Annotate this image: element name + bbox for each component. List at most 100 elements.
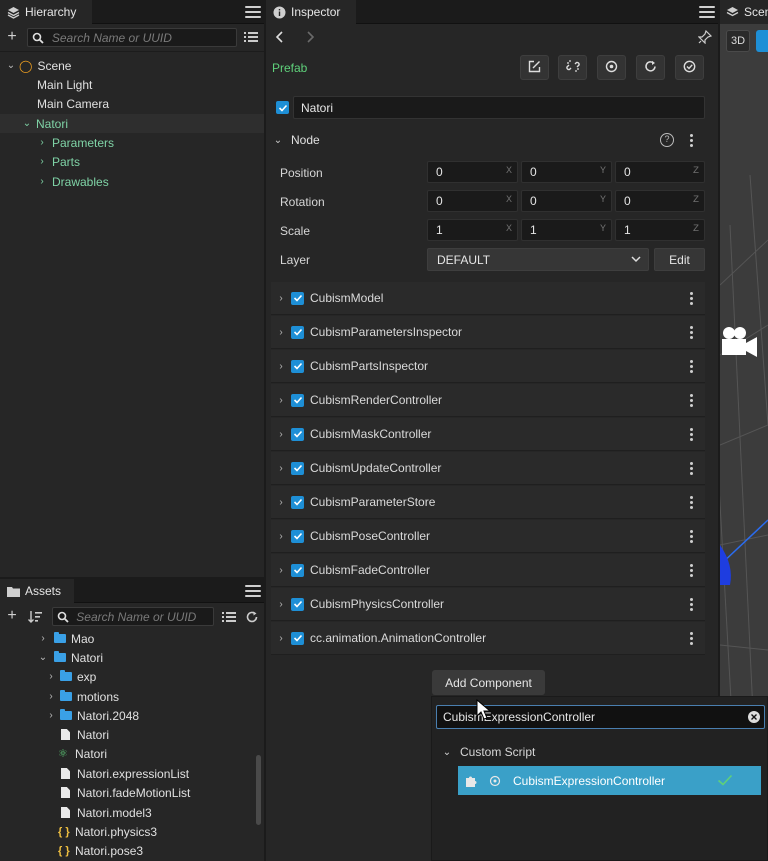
list-view-icon[interactable] (244, 31, 258, 43)
list-view-icon[interactable] (222, 611, 236, 623)
component-more-icon[interactable] (683, 528, 699, 544)
scale-y-field[interactable]: 1Y (521, 219, 612, 241)
rotation-x-field[interactable]: 0X (427, 190, 518, 212)
sort-icon[interactable] (28, 610, 42, 623)
chevron-right-icon[interactable]: › (273, 497, 289, 508)
chevron-right-icon[interactable]: › (273, 395, 289, 406)
component-enabled-checkbox[interactable] (291, 291, 304, 305)
component-row[interactable]: › CubismFadeController (271, 554, 705, 587)
chevron-right-icon[interactable]: › (273, 599, 289, 610)
tree-item-main-camera[interactable]: Main Camera (0, 94, 264, 113)
component-more-icon[interactable] (683, 596, 699, 612)
prefab-edit-button[interactable] (520, 55, 549, 80)
component-enabled-checkbox[interactable] (291, 461, 304, 475)
chevron-down-icon[interactable]: ⌄ (22, 118, 32, 129)
add-asset-button[interactable]: + (4, 608, 20, 624)
tab-hierarchy[interactable]: Hierarchy (0, 0, 92, 24)
add-component-button[interactable]: Add Component (432, 670, 545, 695)
component-enabled-checkbox[interactable] (291, 529, 304, 543)
hierarchy-menu-icon[interactable] (245, 4, 261, 20)
rotation-z-field[interactable]: 0Z (615, 190, 705, 212)
component-enabled-checkbox[interactable] (291, 359, 304, 373)
component-enabled-checkbox[interactable] (291, 597, 304, 611)
help-icon[interactable]: ? (660, 133, 674, 147)
hierarchy-search[interactable] (27, 28, 237, 47)
component-more-icon[interactable] (683, 630, 699, 646)
position-z-field[interactable]: 0Z (615, 161, 705, 183)
layer-select[interactable]: DEFAULT (427, 248, 649, 271)
chevron-right-icon[interactable]: › (46, 691, 56, 702)
clear-search-icon[interactable] (748, 711, 760, 723)
component-enabled-checkbox[interactable] (291, 631, 304, 645)
add-node-button[interactable]: + (4, 29, 20, 45)
chevron-down-icon[interactable]: ⌄ (271, 135, 285, 146)
asset-item-expression-list[interactable]: Natori.expressionList (0, 764, 264, 783)
asset-item-natori-file[interactable]: Natori (0, 725, 264, 744)
node-more-icon[interactable] (683, 132, 699, 148)
component-more-icon[interactable] (683, 324, 699, 340)
component-enabled-checkbox[interactable] (291, 427, 304, 441)
node-active-checkbox[interactable] (276, 101, 289, 114)
asset-item-fade-motion-list[interactable]: Natori.fadeMotionList (0, 783, 264, 802)
component-more-icon[interactable] (683, 494, 699, 510)
prefab-revert-button[interactable] (636, 55, 665, 80)
asset-item-natori-prefab[interactable]: ⚛ Natori (0, 744, 264, 763)
chevron-right-icon[interactable]: › (273, 633, 289, 644)
component-row[interactable]: › CubismPhysicsController (271, 588, 705, 621)
component-enabled-checkbox[interactable] (291, 393, 304, 407)
chevron-right-icon[interactable]: › (273, 463, 289, 474)
tab-inspector[interactable]: Inspector (266, 0, 356, 24)
component-more-icon[interactable] (683, 562, 699, 578)
tree-item-natori[interactable]: ⌄ Natori (0, 114, 264, 133)
component-row[interactable]: › CubismPoseController (271, 520, 705, 553)
prefab-apply-button[interactable] (675, 55, 704, 80)
component-row[interactable]: › CubismPartsInspector (271, 350, 705, 383)
hierarchy-search-input[interactable] (47, 30, 236, 45)
component-row[interactable]: › CubismRenderController (271, 384, 705, 417)
assets-menu-icon[interactable] (245, 583, 261, 599)
rotation-y-field[interactable]: 0Y (521, 190, 612, 212)
tab-scene[interactable]: Scene (720, 0, 768, 24)
component-more-icon[interactable] (683, 426, 699, 442)
assets-search-input[interactable] (72, 609, 213, 624)
assets-scrollbar[interactable] (256, 755, 261, 825)
position-x-field[interactable]: 0X (427, 161, 518, 183)
move-tool-button[interactable] (756, 30, 768, 52)
tree-item-parameters[interactable]: › Parameters (0, 133, 264, 152)
chevron-down-icon[interactable]: ⌄ (442, 747, 452, 758)
scale-z-field[interactable]: 1Z (615, 219, 705, 241)
asset-item-natori-folder[interactable]: ⌄ Natori (0, 648, 264, 667)
layer-edit-button[interactable]: Edit (654, 248, 705, 271)
asset-item-motions[interactable]: › motions (0, 687, 264, 706)
chevron-right-icon[interactable]: › (273, 293, 289, 304)
component-enabled-checkbox[interactable] (291, 325, 304, 339)
asset-item-physics3[interactable]: { } Natori.physics3 (0, 822, 264, 841)
tree-item-main-light[interactable]: Main Light (0, 75, 264, 94)
chevron-right-icon[interactable]: › (46, 710, 56, 721)
component-more-icon[interactable] (683, 358, 699, 374)
component-row[interactable]: › CubismModel (271, 282, 705, 315)
scale-x-field[interactable]: 1X (427, 219, 518, 241)
component-result-item[interactable]: CubismExpressionController (458, 766, 761, 795)
chevron-right-icon[interactable]: › (38, 633, 48, 644)
prefab-unlink-button[interactable] (558, 55, 587, 80)
component-enabled-checkbox[interactable] (291, 563, 304, 577)
tree-item-parts[interactable]: › Parts (0, 152, 264, 171)
position-y-field[interactable]: 0Y (521, 161, 612, 183)
inspector-menu-icon[interactable] (699, 4, 715, 20)
component-enabled-checkbox[interactable] (291, 495, 304, 509)
chevron-right-icon[interactable]: › (273, 565, 289, 576)
chevron-right-icon[interactable]: › (273, 429, 289, 440)
node-name-field[interactable]: Natori (293, 96, 705, 119)
refresh-icon[interactable] (245, 610, 259, 624)
chevron-right-icon[interactable]: › (37, 137, 47, 148)
custom-script-group[interactable]: ⌄ Custom Script (442, 743, 536, 761)
chevron-down-icon[interactable]: ⌄ (38, 652, 48, 663)
chevron-down-icon[interactable]: ⌄ (6, 60, 16, 71)
back-arrow-icon[interactable] (274, 30, 286, 44)
asset-item-exp[interactable]: › exp (0, 667, 264, 686)
mode-3d-button[interactable]: 3D (726, 30, 750, 52)
component-row[interactable]: › cc.animation.AnimationController (271, 622, 705, 655)
assets-search[interactable] (52, 607, 214, 626)
prefab-locate-button[interactable] (597, 55, 626, 80)
